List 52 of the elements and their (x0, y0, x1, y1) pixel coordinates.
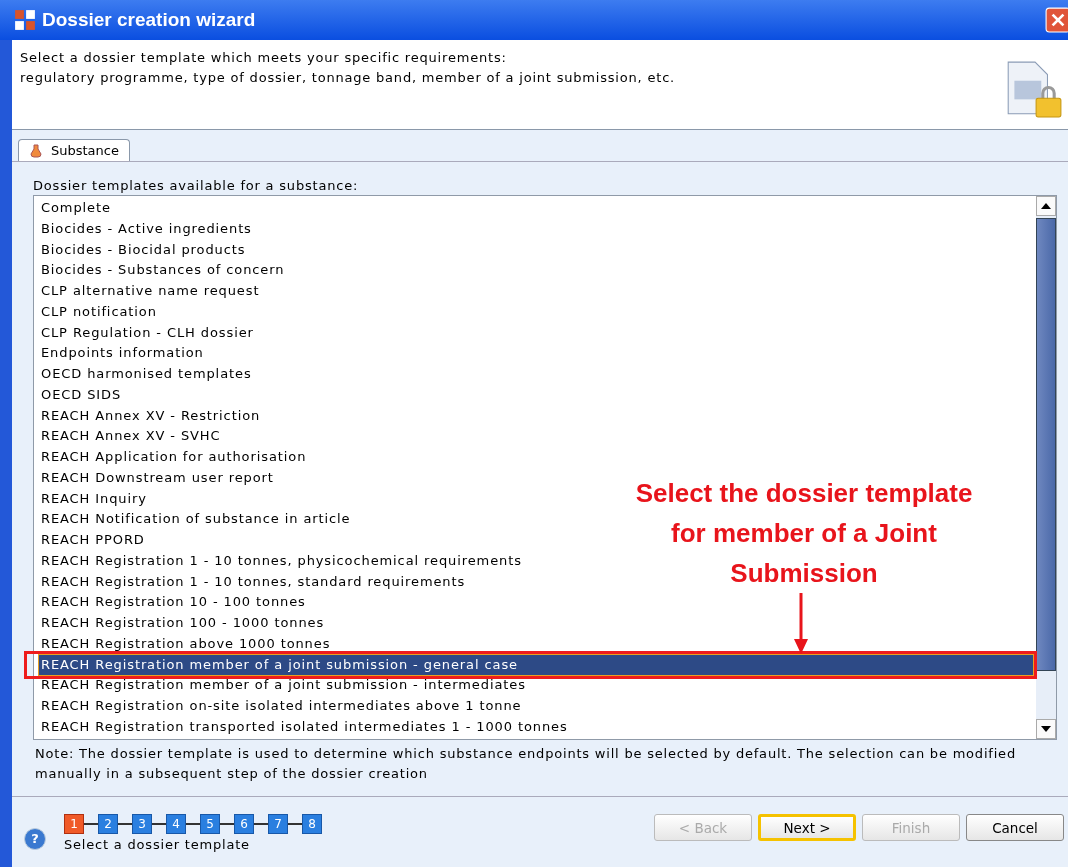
scroll-up-icon[interactable] (1041, 203, 1051, 209)
list-item[interactable]: REACH Registration 1 - 10 tonnes, standard requirements (39, 571, 466, 593)
down-arrow (793, 593, 809, 655)
scrollbar[interactable] (1036, 196, 1056, 739)
wizard-button[interactable]: Cancel (966, 814, 1064, 841)
wizard-button[interactable]: Next > (758, 814, 856, 841)
step-indicator: 7 (268, 814, 288, 834)
instruction-text: regulatory programme, type of dossier, tonnage band, member of a joint submission, etc. (20, 69, 676, 87)
step-indicator: 5 (200, 814, 220, 834)
list-item[interactable]: REACH Registration 100 - 1000 tonnes (39, 613, 325, 634)
list-item[interactable]: REACH Registration member of a joint submission - intermediates (39, 675, 526, 696)
close-icon[interactable] (1045, 7, 1068, 33)
step-indicator: 4 (166, 814, 186, 834)
list-item[interactable]: REACH Downstream user report (39, 467, 274, 489)
step-indicator: 8 (302, 814, 322, 834)
step-caption: Select a dossier template (64, 837, 251, 852)
list-item[interactable]: CLP Regulation - CLH dossier (39, 322, 254, 344)
list-item[interactable]: REACH Annex XV - SVHC (39, 426, 221, 447)
list-item[interactable]: OECD harmonised templates (39, 364, 252, 385)
list-item[interactable]: CLP notification (39, 301, 157, 323)
list-item[interactable]: Biocides - Active ingredients (39, 218, 252, 240)
step-indicator: 2 (98, 814, 118, 834)
list-item[interactable]: CLP alternative name request (39, 281, 260, 302)
list-item[interactable]: Biocides - Biocidal products (39, 239, 246, 261)
window-title: Dossier creation wizard (42, 9, 256, 31)
list-item[interactable]: REACH Registration 10 - 100 tonnes (39, 592, 306, 613)
list-item[interactable]: REACH Inquiry (39, 488, 147, 510)
list-item[interactable]: REACH Registration on-site isolated intermediates above 1 tonne (39, 696, 522, 717)
list-item[interactable]: REACH Registration transported isolated intermediates 1 - 1000 tonnes (39, 716, 568, 738)
help-icon[interactable]: ? (24, 828, 46, 850)
step-indicator: 3 (132, 814, 152, 834)
step-indicator: 1 (64, 814, 84, 834)
substance-tab[interactable]: Substance (18, 139, 130, 161)
list-item[interactable]: REACH PPORD (39, 530, 145, 551)
scroll-down-icon[interactable] (1041, 726, 1051, 732)
step-indicator: 6 (234, 814, 254, 834)
list-item[interactable]: REACH Notification of substance in article (39, 509, 351, 530)
list-item[interactable]: REACH Registration member of a joint submission - general case (39, 654, 1033, 676)
app-icon (14, 9, 36, 31)
annotation-text: Select the dossier template for member of a Joint Submission (634, 477, 974, 590)
list-item[interactable]: Endpoints information (39, 343, 204, 364)
list-item[interactable]: Complete (39, 198, 111, 219)
list-item[interactable]: REACH Registration above 1000 tonnes (39, 633, 331, 655)
list-item[interactable]: REACH Registration 1 - 10 tonnes, physicochemical requirements (39, 550, 522, 572)
flask-icon (29, 143, 43, 158)
note-text: Note: The dossier template is used to determine which substance endpoints will be selected by default. The selection can be modified manually in a subsequent step of the dossier creation (34, 745, 1017, 783)
list-item[interactable]: REACH Application for authorisation (39, 447, 307, 468)
list-item[interactable]: OECD SIDS (39, 384, 122, 406)
instruction-text: Select a dossier template which meets your specific requirements: (20, 49, 508, 67)
list-item[interactable]: Biocides - Substances of concern (39, 260, 285, 281)
list-label: Dossier templates available for a substance: (33, 178, 360, 193)
list-item[interactable]: REACH Annex XV - Restriction (39, 405, 261, 427)
